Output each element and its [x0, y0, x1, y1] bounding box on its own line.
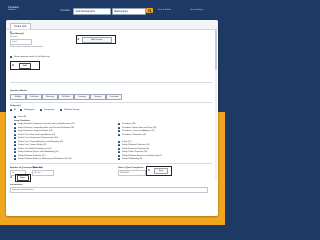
- completion-date-label: Date of Quiz Completion: [118, 167, 144, 169]
- list-item[interactable]: Safety: Patient Protection (13): [122, 151, 147, 153]
- header-tools[interactable]: Search Builder: [158, 9, 171, 11]
- time-limit-select[interactable]: No Limit: [32, 170, 54, 176]
- filter-sonography-label: Sonography: [44, 109, 55, 111]
- restrict-modes-label: Restrict question modes to Quiz Bank onl…: [14, 56, 50, 58]
- quiz-name-required: Required: [10, 36, 18, 38]
- filter-radiation-therapy-label: Radiation Therapy: [64, 109, 80, 111]
- list-item[interactable]: Safety: Radiation Exposure and Monitorin…: [122, 155, 162, 157]
- list-item[interactable]: Patient Care: Interpersonal Communicatio…: [18, 137, 58, 139]
- mode-button-calculated[interactable]: Calculated: [106, 94, 122, 100]
- restrict-modes-checkbox[interactable]: [10, 55, 13, 59]
- quiz-name-value: Quiz 1: [12, 40, 18, 43]
- list-item[interactable]: Safety: Radiobiology (9): [122, 158, 142, 160]
- completion-date-value: 00/00/0000: [120, 171, 129, 174]
- scrollbar[interactable]: [215, 30, 217, 180]
- list-item[interactable]: Patient Care: Contrast Media (12): [18, 144, 46, 146]
- search-icon: [147, 8, 152, 13]
- filter-radiography-checkbox[interactable]: [20, 108, 23, 112]
- callout-4-label: 4: [10, 174, 12, 179]
- list-checkbox[interactable]: [118, 133, 121, 136]
- quiz-builder-window: Create Quiz 1 Quiz Name(s) Required Quiz…: [6, 20, 218, 216]
- search-input[interactable]: SAR Radiographic: [73, 8, 111, 15]
- quiz-name-input[interactable]: Quiz 1: [10, 39, 32, 45]
- callout-5-label: 5: [148, 168, 150, 172]
- filter-all-label: All: [14, 109, 17, 111]
- add-button[interactable]: Add: [19, 62, 31, 69]
- add-question-button[interactable]: Add Question: [82, 36, 112, 43]
- list-item[interactable]: Patient Care: Medical Emergencies (11): [18, 148, 51, 150]
- select-all-checkbox[interactable]: [14, 115, 17, 119]
- search-query-text: SAR Radiographic: [75, 10, 96, 14]
- instructions-input[interactable]: Type quiz instructions here...: [10, 187, 208, 193]
- tab-create-quiz[interactable]: Create Quiz: [10, 23, 31, 29]
- filter-sonography-checkbox[interactable]: [40, 108, 43, 112]
- completion-date-input[interactable]: 00/00/0000: [118, 170, 146, 176]
- search-button[interactable]: [146, 8, 153, 13]
- list-item[interactable]: Procedures: Extremities (34): [122, 134, 146, 136]
- list-item[interactable]: Image Production: Image Evaluation (23): [18, 130, 52, 132]
- list-item[interactable]: Image Production: Image Acquisition and …: [18, 127, 74, 129]
- mode-button-matching[interactable]: Matching: [42, 94, 58, 100]
- filter-select[interactable]: Radiography ▾: [112, 8, 146, 15]
- chevron-down-icon: ▾: [114, 10, 116, 14]
- quiz-options-hint: Select number of question settings below: [10, 46, 43, 48]
- filter-radiography-label: Radiography: [24, 109, 35, 111]
- list-item[interactable]: Procedures: Thorax and Abdomen (22): [122, 130, 155, 132]
- list-group-heading: Image Production: [14, 120, 30, 122]
- mode-button-hotspot[interactable]: Hotspot: [90, 94, 106, 100]
- list-item[interactable]: Safety: Radiation Exposure, Monitoring a…: [18, 158, 72, 160]
- header-help-menu[interactable]: Terms ▾ Help ▾: [190, 9, 203, 11]
- instructions-label: Instructions: [10, 184, 23, 186]
- callout-3-label: 3: [12, 63, 14, 67]
- list-item[interactable]: Procedures (84): [122, 123, 136, 125]
- list-item[interactable]: Safety: Equipment Operation (9): [122, 148, 149, 150]
- tab-bar: Create Quiz: [6, 20, 218, 30]
- quiz-name-label: Quiz Name(s): [10, 33, 24, 35]
- list-checkbox[interactable]: [14, 157, 17, 161]
- num-questions-value: 10: [12, 171, 14, 174]
- list-item[interactable]: Procedures: Head, Spine and Pelvis (28): [122, 127, 156, 129]
- top-navigation: Company Database Contains SAR Radiograph…: [0, 0, 225, 20]
- mode-button-fill-blank[interactable]: Fill Blank: [58, 94, 74, 100]
- list-item[interactable]: Safety: Radiation Protection (22): [18, 155, 45, 157]
- time-limit-label: Time Limit: [32, 167, 43, 169]
- filter-all-checkbox[interactable]: [10, 108, 13, 112]
- list-item[interactable]: Patient Care: Ethical and Legal Aspects …: [18, 134, 55, 136]
- mode-button-true-false[interactable]: True/False: [26, 94, 42, 100]
- context-label: Contains: [60, 9, 71, 12]
- logo[interactable]: Company Database: [8, 6, 32, 15]
- list-item[interactable]: Safety: Radiation Physics and Radiobiolo…: [18, 151, 58, 153]
- save-button[interactable]: Save: [16, 175, 29, 181]
- callout-2-label: 2: [77, 37, 80, 41]
- list-checkbox[interactable]: [118, 157, 121, 161]
- list-item[interactable]: Safety: Radiation Protection (14): [122, 144, 149, 146]
- mode-button-multiple[interactable]: Multiple: [10, 94, 26, 100]
- subjects-label: Subject(s): [10, 105, 21, 107]
- list-item[interactable]: Safety (57): [122, 141, 131, 143]
- instructions-placeholder: Type quiz instructions here...: [12, 188, 35, 191]
- select-all-label: Select All: [18, 116, 26, 118]
- question-modes-label: Question Modes: [10, 90, 28, 92]
- list-item[interactable]: Patient Care: Physical Assistance and Mo…: [18, 141, 63, 143]
- mode-button-ordering[interactable]: Ordering: [74, 94, 90, 100]
- time-limit-value: No Limit: [34, 171, 41, 174]
- list-item[interactable]: Image Evaluation, Equipment Operation an…: [18, 123, 75, 125]
- save-final-button[interactable]: Save: [154, 168, 168, 174]
- filter-radiation-therapy-checkbox[interactable]: [60, 108, 63, 112]
- scrollbar-thumb[interactable]: [215, 30, 217, 70]
- logo-line2: Database: [8, 9, 16, 11]
